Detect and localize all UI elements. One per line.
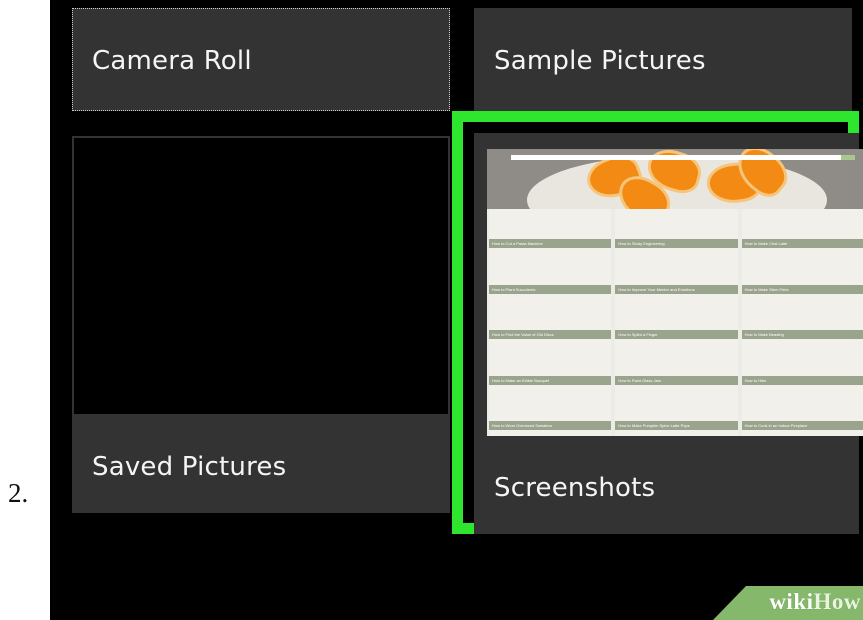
thumbnail-article-title: How to Cook in an Indoor Fireplace [741,421,863,430]
folder-tile-sample-pictures[interactable]: Sample Pictures [474,8,852,111]
thumbnail-article-title: How to Improve Your Mentor and Emotions [615,284,738,294]
folder-tile-camera-roll[interactable]: Camera Roll [72,8,450,111]
thumbnail-article-title: How to Make an Edible Bouquet [489,375,612,385]
thumbnail-article-card: How to Make Pumpkin Spice Latte Pops [615,390,738,436]
thumbnail-article-title: How to Make Pumpkin Spice Latte Pops [615,421,738,430]
highlight-box: How to Cut a Pasta Machine How to Study E… [452,111,863,534]
wikihow-watermark: wikiHow [713,586,863,620]
thumbnail-article-card: How to Paint Glass Jars [615,345,738,391]
folder-label-screenshots: Screenshots [494,473,656,503]
thumbnail-article-card: How to Hike [741,345,863,391]
thumbnail-article-card: How to Improve Your Mentor and Emotions [615,254,738,300]
folder-label-sample-pictures: Sample Pictures [494,46,706,76]
thumbnail-article-card: How to Splint a Finger [615,299,738,346]
page: 2. Camera Roll Sample Pictures Saved Pic… [0,0,863,620]
thumbnail-search-bar [511,155,855,160]
thumbnail-article-title: How to Study Engineering [615,239,738,249]
thumbnail-article-card: How to Plant Succulents [489,254,612,300]
thumbnail-article-grid: How to Cut a Pasta Machine How to Study E… [487,209,863,436]
thumbnail-article-title: How to Find the Value of Old Discs [489,330,612,340]
thumbnail-article-title: How to Wear Oversized Sweaters [489,421,612,430]
folder-label-saved-pictures: Saved Pictures [92,452,287,482]
thumbnail-article-card: How to Study Engineering [615,209,738,255]
folder-label-camera-roll: Camera Roll [92,46,252,76]
screenshot-thumbnail: How to Cut a Pasta Machine How to Study E… [487,149,863,436]
thumbnail-article-card: How to Make Chai Latte [741,209,863,255]
watermark-prefix: wiki [769,589,814,614]
thumbnail-article-title: How to Plant Succulents [489,284,612,294]
thumbnail-article-title: How to Splint a Finger [615,330,738,340]
thumbnail-article-title: How to Hike [741,375,863,385]
photos-app-window: Camera Roll Sample Pictures Saved Pictur… [50,0,863,620]
thumbnail-article-card: How to Find the Value of Old Discs [489,299,612,346]
thumbnail-article-title: How to Make Stem Fries [741,284,863,294]
thumbnail-article-card: How to Make Stem Fries [741,254,863,300]
thumbnail-article-card: How to Make Beading [741,299,863,346]
wikihow-logo-text: wikiHow [769,589,861,615]
folder-thumbnail-empty [74,138,448,414]
folder-tile-screenshots[interactable]: How to Cut a Pasta Machine How to Study E… [474,133,863,534]
thumbnail-article-title: How to Paint Glass Jars [615,375,738,385]
watermark-suffix: How [813,589,861,614]
thumbnail-article-title: How to Make Beading [741,330,863,340]
folder-tile-saved-pictures[interactable]: Saved Pictures [72,136,450,513]
thumbnail-article-card: How to Cut a Pasta Machine [489,209,612,255]
step-number: 2. [8,478,29,508]
thumbnail-article-title: How to Cut a Pasta Machine [489,239,612,249]
thumbnail-article-title: How to Make Chai Latte [741,239,863,249]
thumbnail-article-card: How to Wear Oversized Sweaters [489,390,612,436]
thumbnail-article-card: How to Cook in an Indoor Fireplace [741,390,863,436]
thumbnail-article-card: How to Make an Edible Bouquet [489,345,612,391]
